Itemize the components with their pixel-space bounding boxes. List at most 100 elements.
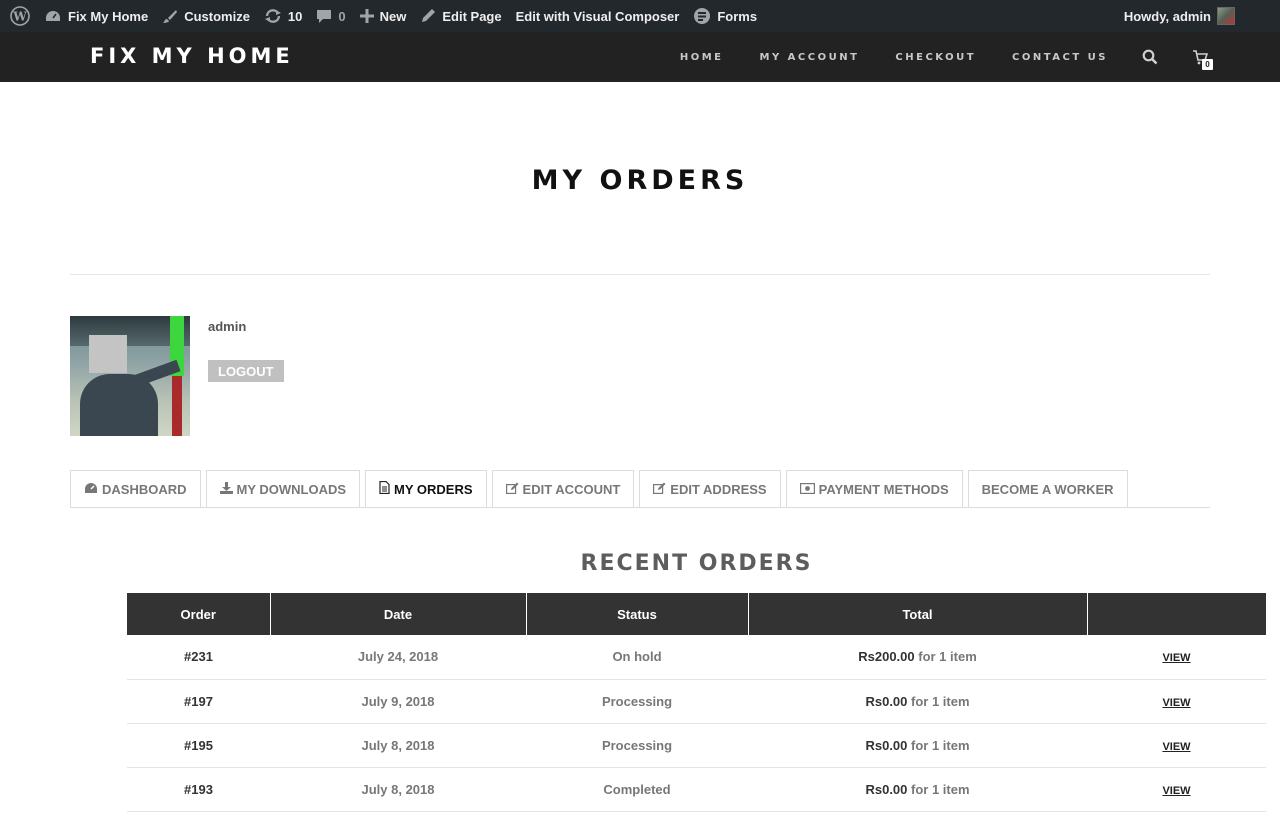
forms-label: Forms: [717, 8, 758, 24]
order-amount: Rs200.00: [858, 649, 915, 665]
site-name-link[interactable]: Fix My Home: [37, 0, 155, 32]
tab-edit-address-label: EDIT ADDRESS: [670, 481, 767, 497]
order-status: Processing: [526, 723, 748, 768]
svg-text:W: W: [12, 10, 27, 24]
admin-bar: W Fix My Home Customize 10 0 New Edit Pa…: [0, 0, 1280, 32]
my-account-menu[interactable]: Howdy, admin: [1117, 0, 1242, 32]
brush-icon: [162, 8, 178, 24]
order-date: July 8, 2018: [270, 767, 526, 812]
updates-icon: [264, 8, 282, 24]
order-amount: Rs0.00: [865, 737, 908, 753]
money-icon: [799, 482, 819, 497]
greeting-label: Howdy, admin: [1123, 8, 1211, 24]
wordpress-logo-icon[interactable]: W: [3, 0, 37, 32]
view-order-button[interactable]: VIEW: [1162, 785, 1190, 797]
order-number[interactable]: #195: [127, 723, 270, 768]
comments-count: 0: [338, 8, 346, 24]
edit-icon: [505, 482, 523, 497]
order-actions: VIEW: [1087, 635, 1266, 680]
order-amount: Rs0.00: [865, 693, 908, 709]
order-status: Completed: [526, 767, 748, 812]
order-total: Rs0.00 for 1 item: [748, 767, 1087, 812]
site-name-label: Fix My Home: [68, 8, 149, 24]
order-item-count: for 1 item: [914, 649, 977, 665]
edit-page-link[interactable]: Edit Page: [413, 0, 508, 32]
main-nav: HOME MY ACCOUNT CHECKOUT CONTACT US 0: [644, 32, 1213, 82]
table-row: #197 July 9, 2018 Processing Rs0.00 for …: [127, 679, 1266, 724]
edit-visual-composer-label: Edit with Visual Composer: [515, 8, 680, 24]
tab-payment-methods-label: PAYMENT METHODS: [818, 481, 949, 497]
avatar: [1217, 7, 1235, 25]
column-header-date: Date: [269, 593, 526, 635]
tab-dashboard[interactable]: DASHBOARD: [70, 470, 201, 507]
logout-button[interactable]: LOGOUT: [208, 360, 284, 382]
tab-my-downloads[interactable]: MY DOWNLOADS: [205, 470, 361, 507]
order-item-count: for 1 item: [907, 781, 970, 797]
order-date: July 24, 2018: [270, 635, 526, 680]
edit-icon: [653, 482, 670, 497]
tab-my-orders-label: MY ORDERS: [394, 481, 473, 497]
site-logo[interactable]: FIX MY HOME: [90, 44, 294, 68]
updates-link[interactable]: 10: [257, 0, 309, 32]
view-order-button[interactable]: VIEW: [1162, 741, 1190, 753]
view-order-button[interactable]: VIEW: [1162, 697, 1190, 709]
order-item-count: for 1 item: [907, 737, 970, 753]
nav-contact-us[interactable]: CONTACT US: [1012, 52, 1108, 63]
new-content-link[interactable]: New: [353, 0, 414, 32]
order-number[interactable]: #193: [127, 767, 270, 812]
tab-my-orders[interactable]: MY ORDERS: [365, 470, 487, 507]
order-status: Processing: [526, 679, 748, 724]
order-item-count: for 1 item: [907, 693, 970, 709]
dashboard-icon: [84, 482, 102, 497]
comment-icon: [316, 8, 332, 24]
tab-become-a-worker-label: BECOME A WORKER: [981, 481, 1114, 497]
cart-icon[interactable]: 0: [1192, 49, 1213, 70]
tab-edit-account[interactable]: EDIT ACCOUNT: [491, 470, 635, 507]
search-icon[interactable]: [1142, 49, 1158, 65]
tab-become-a-worker[interactable]: BECOME A WORKER: [967, 470, 1128, 507]
edit-visual-composer-link[interactable]: Edit with Visual Composer: [509, 0, 687, 32]
customize-link[interactable]: Customize: [155, 0, 257, 32]
title-divider: [70, 274, 1210, 275]
column-header-status: Status: [525, 593, 748, 635]
document-icon: [379, 480, 394, 497]
column-header-actions: [1086, 593, 1266, 635]
column-header-order: Order: [127, 593, 270, 635]
tab-my-downloads-label: MY DOWNLOADS: [236, 481, 347, 497]
pencil-icon: [420, 8, 436, 24]
column-header-total: Total: [747, 593, 1087, 635]
order-number[interactable]: #197: [127, 679, 270, 724]
order-total: Rs0.00 for 1 item: [748, 679, 1087, 724]
recent-orders-title: RECENT ORDERS: [580, 551, 813, 576]
comments-link[interactable]: 0: [309, 0, 352, 32]
order-actions: VIEW: [1087, 723, 1266, 768]
tabs-divider: [70, 507, 1210, 508]
order-date: July 9, 2018: [270, 679, 526, 724]
order-amount: Rs0.00: [865, 781, 908, 797]
view-order-button[interactable]: VIEW: [1162, 652, 1190, 664]
plus-icon: [359, 9, 374, 23]
account-tabs: DASHBOARD MY DOWNLOADS MY ORDERS EDIT AC…: [70, 470, 1133, 507]
order-total: Rs0.00 for 1 item: [748, 723, 1087, 768]
table-row: #193 July 8, 2018 Completed Rs0.00 for 1…: [127, 767, 1266, 812]
nav-my-account[interactable]: MY ACCOUNT: [760, 52, 860, 63]
tab-payment-methods[interactable]: PAYMENT METHODS: [785, 470, 963, 507]
tab-edit-address[interactable]: EDIT ADDRESS: [639, 470, 781, 507]
forms-link[interactable]: Forms: [686, 0, 764, 32]
forms-icon: [693, 7, 711, 25]
order-actions: VIEW: [1087, 767, 1266, 812]
nav-checkout[interactable]: CHECKOUT: [895, 52, 976, 63]
orders-table: Order Date Status Total #231 July 24, 20…: [127, 593, 1266, 812]
order-date: July 8, 2018: [270, 723, 526, 768]
tab-dashboard-label: DASHBOARD: [102, 481, 187, 497]
site-header: FIX MY HOME HOME MY ACCOUNT CHECKOUT CON…: [0, 32, 1280, 82]
nav-home[interactable]: HOME: [680, 52, 724, 63]
table-row: #231 July 24, 2018 On hold Rs200.00 for …: [127, 635, 1266, 680]
page-title: MY ORDERS: [531, 165, 749, 196]
order-total: Rs200.00 for 1 item: [748, 635, 1087, 680]
order-actions: VIEW: [1087, 679, 1266, 724]
orders-header-row: Order Date Status Total: [127, 593, 1266, 635]
download-icon: [219, 481, 237, 497]
order-number[interactable]: #231: [127, 635, 270, 680]
table-row: #195 July 8, 2018 Processing Rs0.00 for …: [127, 723, 1266, 768]
